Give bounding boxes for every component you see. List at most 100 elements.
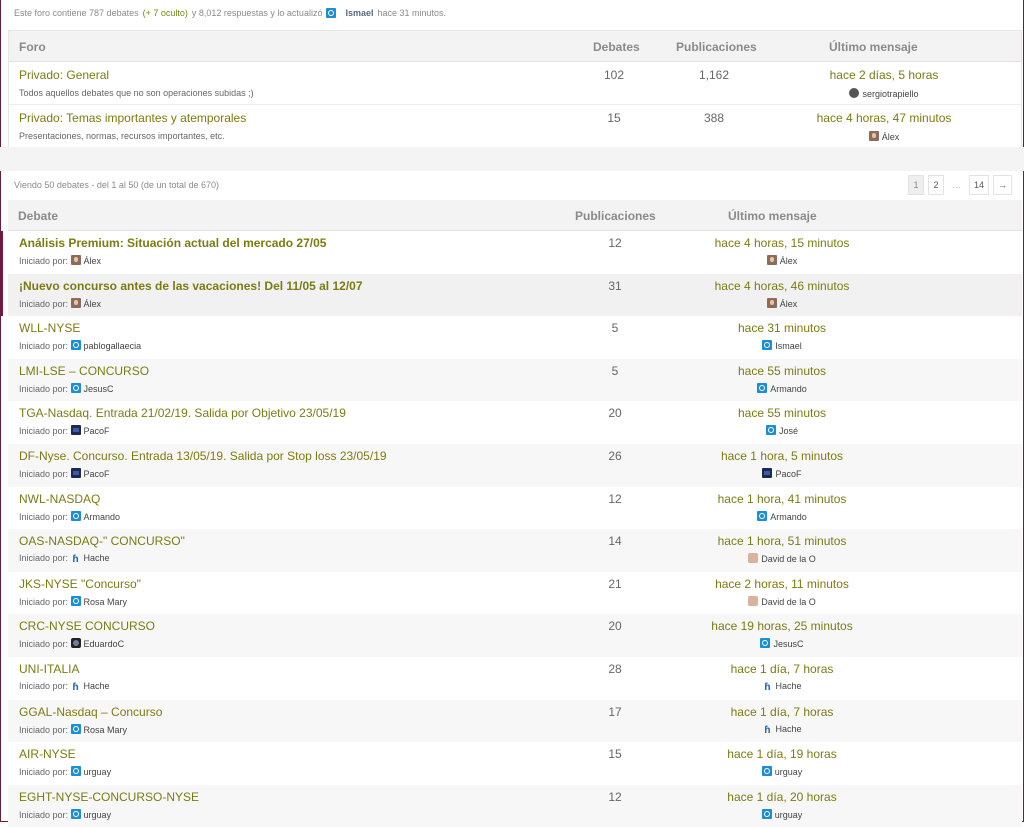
topic-started-by: Iniciado por: urguay — [19, 766, 111, 777]
power-icon — [70, 808, 81, 819]
topic-last-user[interactable]: urguay — [667, 766, 897, 777]
topic-last-user[interactable]: José — [667, 425, 897, 436]
topic-last-user[interactable]: Armando — [667, 382, 897, 394]
topic-author-link[interactable]: urguay — [84, 810, 112, 820]
started-by-label: Iniciado por: — [19, 468, 69, 479]
topic-last-user-name: JesusC — [773, 639, 804, 650]
topic-title-link[interactable]: JKS-NYSE "Concurso" — [19, 577, 141, 591]
page-link[interactable]: 2 — [927, 175, 944, 195]
topic-title-link[interactable]: DF-Nyse. Concurso. Entrada 13/05/19. Sal… — [19, 449, 387, 463]
topic-last-user[interactable]: Armando — [667, 510, 897, 522]
topic-post-count: 12 — [608, 789, 622, 804]
topic-started-by: Iniciado por: PacoF — [19, 467, 110, 479]
topic-last-user[interactable]: urguay — [667, 808, 897, 820]
topic-author-link[interactable]: JesusC — [84, 384, 114, 394]
forum-description: Todos aquellos debates que no son operac… — [19, 88, 254, 98]
topic-row: GGAL-Nasdaq – Concurso Iniciado por: Rosa… — [8, 699, 1022, 743]
started-by-label: Iniciado por: — [19, 298, 69, 309]
topic-list: Análisis Premium: Situación actual del m… — [0, 231, 1022, 827]
topic-last-post-link[interactable]: hace 1 día, 7 horas — [667, 705, 897, 719]
started-by-label: Iniciado por: — [19, 256, 69, 266]
forum-last-post-link[interactable]: hace 4 horas, 47 minutos — [769, 111, 999, 125]
topic-last-post-link[interactable]: hace 55 minutos — [667, 406, 897, 420]
avatar-photo-icon — [766, 297, 777, 308]
topic-title-link[interactable]: WLL-NYSE — [19, 321, 80, 335]
forum-last-user[interactable]: sergiotrapiello — [769, 88, 999, 99]
topic-post-count: 15 — [608, 747, 622, 762]
topic-author-link[interactable]: urguay — [84, 767, 112, 777]
topic-last-post-link[interactable]: hace 55 minutos — [667, 364, 897, 378]
forum-row: Privado: General Todos aquellos debates … — [9, 62, 1021, 105]
topic-author-link[interactable]: Rosa Mary — [84, 725, 128, 735]
topic-title-link[interactable]: OAS-NASDAQ-" CONCURSO" — [19, 534, 185, 548]
topic-last-user[interactable]: PacoF — [667, 467, 897, 479]
topic-last-post-link[interactable]: hace 4 horas, 15 minutos — [667, 236, 897, 250]
power-icon — [70, 382, 81, 393]
topic-title-link[interactable]: AIR-NYSE — [19, 747, 76, 761]
topic-row: CRC-NYSE CONCURSO Iniciado por: EduardoC 2… — [8, 614, 1022, 657]
forum-last-user[interactable]: Álex — [769, 131, 999, 142]
topic-post-count: 17 — [608, 704, 622, 719]
topic-last-user[interactable]: ɦ Hache — [667, 724, 897, 736]
power-icon — [760, 638, 771, 649]
topic-author-link[interactable]: Álex — [84, 256, 102, 266]
avatar-photo-icon — [70, 297, 81, 308]
topic-author-link[interactable]: Hache — [84, 553, 110, 563]
topic-title-link[interactable]: EGHT-NYSE-CONCURSO-NYSE — [19, 790, 199, 804]
started-by-label: Iniciado por: — [19, 511, 69, 522]
topic-title-link[interactable]: GGAL-Nasdaq – Concurso — [19, 705, 162, 719]
topic-title-link[interactable]: Análisis Premium: Situación actual del m… — [19, 236, 326, 250]
topic-author-link[interactable]: Armando — [84, 512, 121, 522]
started-by-label: Iniciado por: — [19, 809, 69, 820]
topic-last-user[interactable]: Ismael — [667, 340, 897, 351]
topic-last-post-link[interactable]: hace 1 hora, 41 minutos — [667, 492, 897, 506]
topic-author-link[interactable]: Álex — [84, 299, 102, 309]
topic-title-link[interactable]: LMI-LSE – CONCURSO — [19, 364, 149, 378]
topic-post-count: 20 — [608, 619, 622, 634]
next-page-arrow-icon[interactable]: → — [993, 175, 1012, 195]
avatar-photo-icon — [70, 255, 81, 265]
topic-last-user[interactable]: David de la O — [667, 553, 897, 564]
topic-last-post-link[interactable]: hace 1 día, 20 horas — [667, 790, 897, 804]
page-last-link[interactable]: 14 — [968, 175, 989, 195]
topic-last-post-link[interactable]: hace 31 minutos — [667, 321, 897, 335]
topic-row: NWL-NASDAQ Iniciado por: Armando 12 hace 1 … — [8, 486, 1022, 530]
topic-title-link[interactable]: CRC-NYSE CONCURSO — [19, 619, 155, 633]
topic-last-post-link[interactable]: hace 19 horas, 25 minutos — [667, 619, 897, 633]
topic-author-link[interactable]: PacoF — [84, 426, 110, 436]
topic-post-count: 20 — [608, 406, 622, 421]
topic-last-post-link[interactable]: hace 1 día, 7 horas — [667, 662, 897, 676]
forum-last-post-link[interactable]: hace 2 días, 5 horas — [769, 68, 999, 82]
topic-last-user[interactable]: Álex — [667, 297, 897, 309]
topic-author-link[interactable]: pablogallaecia — [84, 341, 142, 351]
topic-title-link[interactable]: TGA-Nasdaq. Entrada 21/02/19. Salida por… — [19, 406, 346, 420]
topic-author-link[interactable]: PacoF — [84, 469, 110, 479]
topic-started-by: Iniciado por: Rosa Mary — [19, 723, 128, 735]
forum-title-link[interactable]: Privado: General — [19, 68, 109, 82]
topic-author-link[interactable]: Hache — [84, 681, 110, 691]
forum-row: Privado: Temas importantes y atemporales… — [9, 105, 1021, 148]
topic-last-user-name: Álex — [779, 298, 798, 309]
forum-title-link[interactable]: Privado: Temas importantes y atemporales — [19, 111, 246, 125]
last-user-link[interactable]: Ismael — [345, 8, 373, 18]
topic-last-user[interactable]: Álex — [667, 255, 897, 266]
topic-last-post-link[interactable]: hace 1 día, 19 horas — [667, 747, 897, 761]
topic-last-post-link[interactable]: hace 1 hora, 51 minutos — [667, 534, 897, 548]
topic-author-link[interactable]: EduardoC — [84, 639, 125, 649]
topic-last-user-name: PacoF — [775, 468, 802, 479]
topic-last-post-link[interactable]: hace 4 horas, 46 minutos — [667, 279, 897, 293]
topic-started-by: Iniciado por: Álex — [19, 255, 101, 266]
topic-last-user[interactable]: ɦ Hache — [667, 681, 897, 693]
topic-title-link[interactable]: UNI-ITALIA — [19, 662, 79, 676]
topic-started-by: Iniciado por: JesusC — [19, 382, 114, 394]
forum-last-user-name: Álex — [881, 132, 900, 142]
topic-last-user-name: Ismael — [775, 341, 802, 352]
topic-title-link[interactable]: NWL-NASDAQ — [19, 492, 100, 506]
topic-title-link[interactable]: ¡Nuevo concurso antes de las vacaciones!… — [19, 279, 363, 293]
topic-author-link[interactable]: Rosa Mary — [84, 597, 128, 607]
col-topics: Debates — [593, 40, 640, 54]
topic-last-post-link[interactable]: hace 2 horas, 11 minutos — [667, 577, 897, 591]
topic-last-user[interactable]: David de la O — [667, 595, 897, 607]
topic-last-post-link[interactable]: hace 1 hora, 5 minutos — [667, 449, 897, 463]
topic-last-user[interactable]: JesusC — [667, 638, 897, 649]
